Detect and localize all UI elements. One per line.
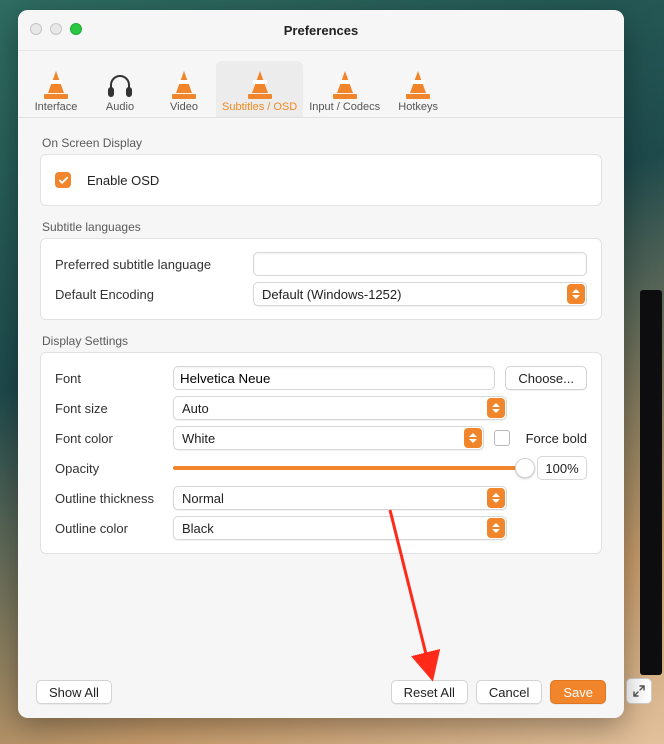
window-title: Preferences bbox=[284, 23, 358, 38]
slider-thumb[interactable] bbox=[515, 458, 535, 478]
outline-color-label: Outline color bbox=[55, 521, 163, 536]
outline-thickness-select[interactable]: Normal bbox=[173, 486, 507, 510]
preferences-body: On Screen Display Enable OSD Subtitle la… bbox=[18, 118, 624, 554]
minimize-window-button[interactable] bbox=[50, 23, 62, 35]
outline-thickness-label: Outline thickness bbox=[55, 491, 163, 506]
enable-osd-checkbox[interactable] bbox=[55, 172, 71, 188]
tab-label: Video bbox=[170, 101, 198, 113]
outline-color-select[interactable]: Black bbox=[173, 516, 507, 540]
outline-color-value: Black bbox=[182, 521, 214, 536]
opacity-value: 100% bbox=[537, 456, 587, 480]
font-color-value: White bbox=[182, 431, 215, 446]
cone-icon bbox=[44, 69, 68, 99]
tab-subtitles-osd[interactable]: Subtitles / OSD bbox=[216, 61, 303, 117]
choose-font-button[interactable]: Choose... bbox=[505, 366, 587, 390]
tab-label: Audio bbox=[106, 101, 134, 113]
osd-group: Enable OSD bbox=[40, 154, 602, 206]
close-window-button[interactable] bbox=[30, 23, 42, 35]
show-all-button[interactable]: Show All bbox=[36, 680, 112, 704]
traffic-lights bbox=[30, 23, 82, 35]
cone-icon bbox=[172, 69, 196, 99]
force-bold-label: Force bold bbox=[526, 431, 587, 446]
font-color-select[interactable]: White bbox=[173, 426, 484, 450]
zoom-window-button[interactable] bbox=[70, 23, 82, 35]
reset-all-button[interactable]: Reset All bbox=[391, 680, 468, 704]
font-size-select[interactable]: Auto bbox=[173, 396, 507, 420]
check-icon bbox=[58, 175, 69, 186]
background-window-edge bbox=[640, 290, 662, 675]
preferred-language-label: Preferred subtitle language bbox=[55, 257, 215, 272]
langs-group: Preferred subtitle language Default Enco… bbox=[40, 238, 602, 320]
cone-icon bbox=[248, 69, 272, 99]
cancel-button[interactable]: Cancel bbox=[476, 680, 542, 704]
force-bold-checkbox[interactable] bbox=[494, 430, 510, 446]
enable-osd-label: Enable OSD bbox=[87, 173, 159, 188]
opacity-slider[interactable] bbox=[173, 466, 529, 470]
tab-video[interactable]: Video bbox=[152, 61, 216, 117]
font-label: Font bbox=[55, 371, 163, 386]
tab-label: Subtitles / OSD bbox=[222, 101, 297, 113]
font-input[interactable] bbox=[173, 366, 495, 390]
preferred-language-input[interactable] bbox=[253, 252, 587, 276]
tab-label: Hotkeys bbox=[398, 101, 438, 113]
picture-in-picture-button[interactable] bbox=[626, 678, 652, 704]
chevron-up-down-icon bbox=[487, 488, 505, 508]
chevron-up-down-icon bbox=[487, 398, 505, 418]
tab-label: Input / Codecs bbox=[309, 101, 380, 113]
footer-buttons: Show All Reset All Cancel Save bbox=[18, 670, 624, 718]
preferences-window: Preferences Interface Audio Video Subtit… bbox=[18, 10, 624, 718]
font-size-value: Auto bbox=[182, 401, 209, 416]
tab-hotkeys[interactable]: Hotkeys bbox=[386, 61, 450, 117]
titlebar: Preferences bbox=[18, 10, 624, 51]
tab-audio[interactable]: Audio bbox=[88, 61, 152, 117]
section-title-osd: On Screen Display bbox=[42, 136, 602, 150]
chevron-up-down-icon bbox=[487, 518, 505, 538]
cone-icon bbox=[406, 69, 430, 99]
font-size-label: Font size bbox=[55, 401, 163, 416]
tab-input-codecs[interactable]: Input / Codecs bbox=[303, 61, 386, 117]
section-title-langs: Subtitle languages bbox=[42, 220, 602, 234]
display-group: Font Choose... Font size Auto Font color… bbox=[40, 352, 602, 554]
tab-interface[interactable]: Interface bbox=[24, 61, 88, 117]
encoding-label: Default Encoding bbox=[55, 287, 215, 302]
encoding-value: Default (Windows-1252) bbox=[262, 287, 401, 302]
chevron-up-down-icon bbox=[567, 284, 585, 304]
encoding-select[interactable]: Default (Windows-1252) bbox=[253, 282, 587, 306]
opacity-label: Opacity bbox=[55, 461, 163, 476]
outline-thickness-value: Normal bbox=[182, 491, 224, 506]
tab-label: Interface bbox=[35, 101, 78, 113]
preferences-tabs: Interface Audio Video Subtitles / OSD In… bbox=[18, 51, 624, 118]
font-color-label: Font color bbox=[55, 431, 163, 446]
headphones-icon bbox=[94, 63, 146, 99]
chevron-up-down-icon bbox=[464, 428, 482, 448]
cone-icon bbox=[333, 69, 357, 99]
expand-icon bbox=[632, 684, 646, 698]
section-title-display: Display Settings bbox=[42, 334, 602, 348]
save-button[interactable]: Save bbox=[550, 680, 606, 704]
